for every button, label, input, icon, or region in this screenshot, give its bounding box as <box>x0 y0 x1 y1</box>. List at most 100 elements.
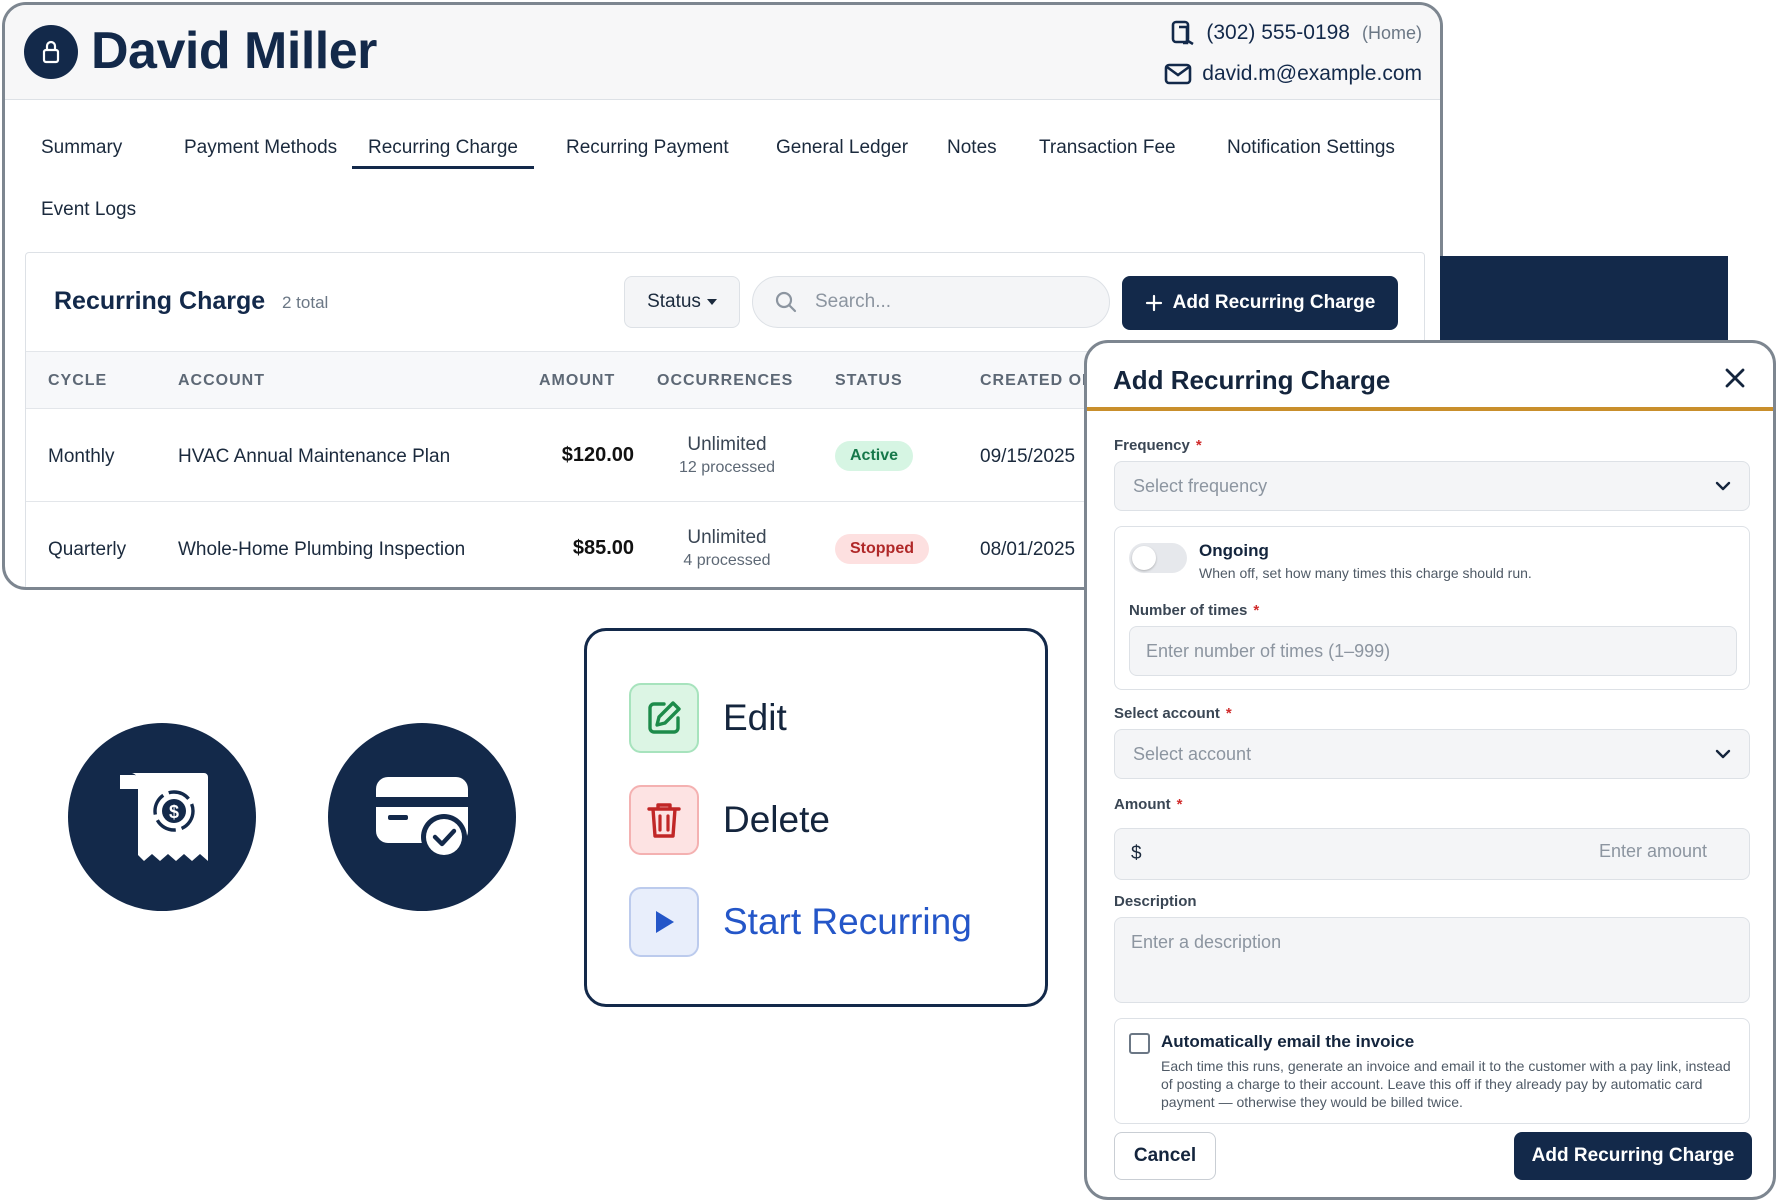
card-check-icon <box>328 723 516 911</box>
processed-count: 12 processed <box>678 459 776 476</box>
currency-symbol: $ <box>1131 843 1142 864</box>
start-recurring-label: Start Recurring <box>723 901 972 942</box>
column-header[interactable]: OCCURRENCES <box>657 372 793 390</box>
account-label: Select account * <box>1114 705 1232 722</box>
ongoing-help: When off, set how many times this charge… <box>1199 565 1532 581</box>
modal-header: Add Recurring Charge <box>1087 343 1773 411</box>
caret-down-icon <box>706 299 717 305</box>
account-cell: HVAC Annual Maintenance Plan <box>178 446 451 467</box>
section-title: Recurring Charge <box>54 287 266 315</box>
account-select[interactable]: Select account <box>1114 729 1750 779</box>
tab-notification-settings[interactable]: Notification Settings <box>1211 129 1411 169</box>
chevron-down-icon <box>1715 481 1731 491</box>
frequency-placeholder: Select frequency <box>1133 475 1268 496</box>
search-icon <box>775 291 797 313</box>
status-filter-label: Status <box>647 291 701 312</box>
card-check-icon-graphic <box>376 777 468 860</box>
tab-recurring-charge[interactable]: Recurring Charge <box>352 129 534 169</box>
row-action-menu: Edit Delete Start Recurring <box>584 628 1048 1007</box>
created-on-cell: 08/01/2025 <box>980 539 1076 560</box>
cycle-cell: Monthly <box>48 446 115 467</box>
created-on-cell: 09/15/2025 <box>980 446 1076 467</box>
occurrences-cell: Unlimited 4 processed <box>657 527 797 570</box>
account-label-text: Select account <box>1114 705 1220 722</box>
search-input[interactable] <box>815 291 1075 313</box>
phone-type: (Home) <box>1361 22 1422 43</box>
total-count: 2 total <box>282 293 329 312</box>
tab-summary[interactable]: Summary <box>25 129 138 169</box>
description-textarea[interactable] <box>1114 917 1750 1003</box>
avatar <box>24 25 78 79</box>
status-badge: Stopped <box>835 534 929 564</box>
account-placeholder: Select account <box>1133 743 1252 764</box>
column-header[interactable]: CREATED ON <box>980 372 1095 390</box>
edit-label: Edit <box>723 697 787 738</box>
ongoing-label: Ongoing <box>1199 541 1269 560</box>
frequency-label-text: Frequency <box>1114 437 1190 454</box>
trash-icon <box>629 785 699 855</box>
edit-icon <box>629 683 699 753</box>
customer-header: David Miller (302) 555-0198 (Home) david… <box>5 5 1440 100</box>
search-box[interactable] <box>752 276 1110 328</box>
tab-general-ledger[interactable]: General Ledger <box>760 129 924 169</box>
close-icon[interactable] <box>1723 366 1747 390</box>
email-invoice-label: Automatically email the invoice <box>1161 1032 1415 1051</box>
mail-icon <box>1164 63 1192 85</box>
times-label: Number of times * <box>1129 602 1260 619</box>
receipt-dollar-icon: $ <box>68 723 256 911</box>
chevron-down-icon <box>1715 749 1731 759</box>
amount-label-text: Amount <box>1114 796 1171 813</box>
description-label: Description <box>1114 893 1197 910</box>
email-invoice-help: Each time this runs, generate an invoice… <box>1161 1058 1731 1110</box>
amount-label: Amount * <box>1114 796 1183 813</box>
tab-recurring-payment[interactable]: Recurring Payment <box>550 129 745 169</box>
user-lock-icon <box>42 40 60 64</box>
toggle-knob <box>1132 546 1156 570</box>
amount-input[interactable] <box>1407 841 1707 862</box>
amount-field[interactable]: $ <box>1114 828 1750 880</box>
status-filter-button[interactable]: Status <box>624 276 740 328</box>
tab-payment-methods[interactable]: Payment Methods <box>168 129 353 169</box>
receipt-dollar-icon-graphic: $ <box>120 773 208 861</box>
delete-label: Delete <box>723 799 830 840</box>
play-icon <box>629 887 699 957</box>
cycle-cell: Quarterly <box>48 539 127 560</box>
cancel-button[interactable]: Cancel <box>1114 1132 1216 1180</box>
phone-row: (302) 555-0198 (Home) <box>1170 19 1422 47</box>
email-invoice-option: Automatically email the invoice Each tim… <box>1114 1018 1750 1124</box>
column-header[interactable]: AMOUNT <box>539 372 615 390</box>
column-header[interactable]: CYCLE <box>48 372 107 390</box>
email-invoice-checkbox[interactable] <box>1129 1033 1150 1054</box>
frequency-label: Frequency * <box>1114 437 1202 454</box>
edit-menu-item[interactable]: Edit <box>629 683 787 753</box>
submit-button[interactable]: Add Recurring Charge <box>1514 1132 1752 1180</box>
add-recurring-charge-button[interactable]: Add Recurring Charge <box>1122 276 1398 330</box>
frequency-select[interactable]: Select frequency <box>1114 461 1750 511</box>
plus-icon <box>1145 294 1162 312</box>
customer-name: David Miller <box>91 22 377 80</box>
column-header[interactable]: STATUS <box>835 372 903 390</box>
ongoing-toggle[interactable] <box>1129 543 1187 573</box>
tab-notes[interactable]: Notes <box>931 129 1013 169</box>
occurrences-value: Unlimited <box>687 434 767 455</box>
email-row: david.m@example.com <box>1164 62 1422 86</box>
tab-transaction-fee[interactable]: Transaction Fee <box>1023 129 1192 169</box>
delete-menu-item[interactable]: Delete <box>629 785 830 855</box>
tab-event-logs[interactable]: Event Logs <box>25 191 152 231</box>
add-button-label: Add Recurring Charge <box>1172 292 1376 313</box>
amount-cell: $120.00 <box>561 444 634 466</box>
add-recurring-charge-modal: Add Recurring Charge Frequency * Select f… <box>1084 340 1776 1200</box>
start-recurring-menu-item[interactable]: Start Recurring <box>629 887 972 957</box>
amount-cell: $85.00 <box>572 537 634 559</box>
phone-number[interactable]: (302) 555-0198 <box>1206 21 1350 45</box>
modal-title: Add Recurring Charge <box>1113 365 1391 395</box>
processed-count: 4 processed <box>683 552 771 569</box>
occurrences-cell: Unlimited 12 processed <box>657 434 797 477</box>
svg-text:$: $ <box>169 802 179 822</box>
account-cell: Whole-Home Plumbing Inspection <box>178 539 466 560</box>
number-of-times-input[interactable] <box>1129 626 1737 676</box>
column-header[interactable]: ACCOUNT <box>178 372 265 390</box>
occurrences-value: Unlimited <box>687 527 767 548</box>
email-address[interactable]: david.m@example.com <box>1202 62 1422 86</box>
times-label-text: Number of times <box>1129 602 1248 619</box>
